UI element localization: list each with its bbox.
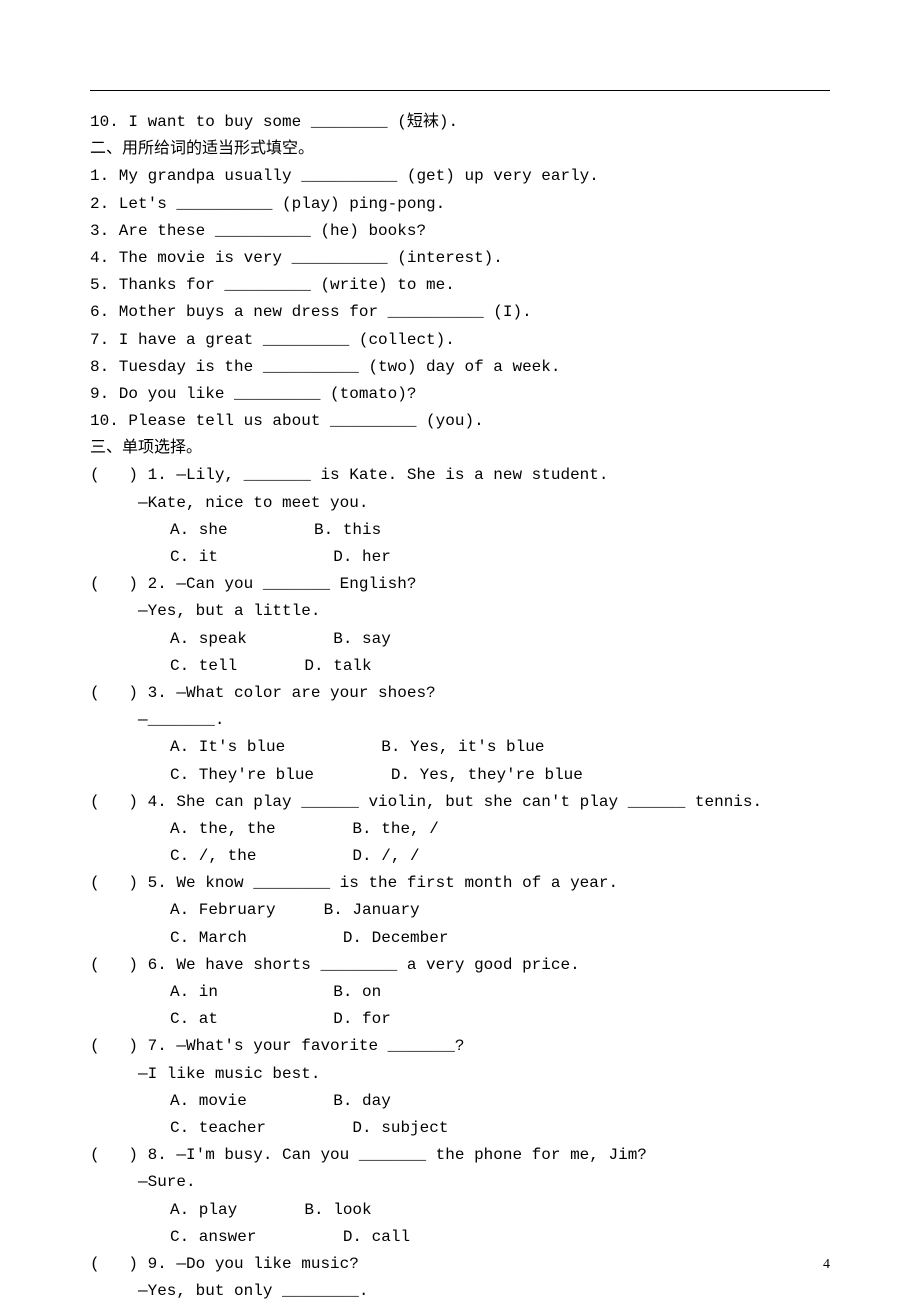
top-rule [90, 90, 830, 91]
s3-q2-row1: A. speak B. say [90, 626, 830, 653]
s1-q10: 10. I want to buy some ________ (短袜). [90, 109, 830, 136]
s3-q1-stem: ( ) 1. —Lily, _______ is Kate. She is a … [90, 462, 830, 489]
s3-q6-row1: A. in B. on [90, 979, 830, 1006]
s3-q3-stem2: —_______. [90, 707, 830, 734]
s3-q3-row2: C. They're blue D. Yes, they're blue [90, 762, 830, 789]
s3-q4-stem: ( ) 4. She can play ______ violin, but s… [90, 789, 830, 816]
s3-q2-stem: ( ) 2. —Can you _______ English? [90, 571, 830, 598]
s3-q1-row2: C. it D. her [90, 544, 830, 571]
s3-title: 三、单项选择。 [90, 435, 830, 462]
s3-q8-stem2: —Sure. [90, 1169, 830, 1196]
s3-q8-row2: C. answer D. call [90, 1224, 830, 1251]
s2-q1: 1. My grandpa usually __________ (get) u… [90, 163, 830, 190]
s2-q4: 4. The movie is very __________ (interes… [90, 245, 830, 272]
s2-title: 二、用所给词的适当形式填空。 [90, 136, 830, 163]
s3-q1-stem2: —Kate, nice to meet you. [90, 490, 830, 517]
s3-q3-stem: ( ) 3. —What color are your shoes? [90, 680, 830, 707]
s3-q7-stem2: —I like music best. [90, 1061, 830, 1088]
s3-q6-row2: C. at D. for [90, 1006, 830, 1033]
page-number: 4 [823, 1253, 830, 1277]
s2-q6: 6. Mother buys a new dress for _________… [90, 299, 830, 326]
s2-q5: 5. Thanks for _________ (write) to me. [90, 272, 830, 299]
page: 10. I want to buy some ________ (短袜). 二、… [0, 0, 920, 1305]
s3-q9-stem2: —Yes, but only ________. [90, 1278, 830, 1305]
s3-q4-row2: C. /, the D. /, / [90, 843, 830, 870]
s3-q6-stem: ( ) 6. We have shorts ________ a very go… [90, 952, 830, 979]
s2-q8: 8. Tuesday is the __________ (two) day o… [90, 354, 830, 381]
s3-q4-row1: A. the, the B. the, / [90, 816, 830, 843]
s2-q3: 3. Are these __________ (he) books? [90, 218, 830, 245]
s3-q5-stem: ( ) 5. We know ________ is the first mon… [90, 870, 830, 897]
s2-q9: 9. Do you like _________ (tomato)? [90, 381, 830, 408]
s3-q2-stem2: —Yes, but a little. [90, 598, 830, 625]
s2-q7: 7. I have a great _________ (collect). [90, 327, 830, 354]
s3-q8-row1: A. play B. look [90, 1197, 830, 1224]
s3-q1-row1: A. she B. this [90, 517, 830, 544]
s3-q8-stem: ( ) 8. —I'm busy. Can you _______ the ph… [90, 1142, 830, 1169]
s3-q9-stem: ( ) 9. —Do you like music? [90, 1251, 830, 1278]
s3-q7-row1: A. movie B. day [90, 1088, 830, 1115]
s3-q5-row1: A. February B. January [90, 897, 830, 924]
s2-q10: 10. Please tell us about _________ (you)… [90, 408, 830, 435]
s3-q7-stem: ( ) 7. —What's your favorite _______? [90, 1033, 830, 1060]
s3-q7-row2: C. teacher D. subject [90, 1115, 830, 1142]
s2-q2: 2. Let's __________ (play) ping-pong. [90, 191, 830, 218]
s3-q3-row1: A. It's blue B. Yes, it's blue [90, 734, 830, 761]
s3-q5-row2: C. March D. December [90, 925, 830, 952]
s3-q2-row2: C. tell D. talk [90, 653, 830, 680]
